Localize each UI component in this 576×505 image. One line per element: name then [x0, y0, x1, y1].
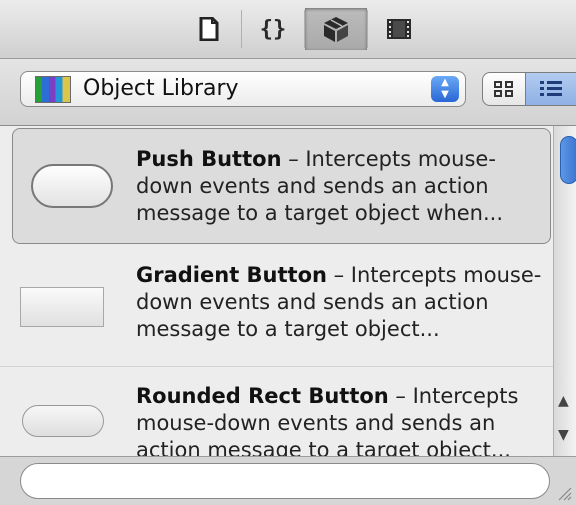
item-title: Push Button — [136, 147, 282, 171]
grid-view-icon — [494, 81, 513, 97]
list-item-gradient-button[interactable]: Gradient Button – Intercepts mouse-down … — [0, 247, 553, 364]
object-list[interactable]: Push Button – Intercepts mouse-down even… — [0, 126, 553, 456]
quick-help-icon[interactable]: {} — [242, 8, 304, 50]
library-toolbar: {} — [0, 0, 576, 59]
list-view-icon — [540, 81, 562, 96]
scrollbar-thumb[interactable] — [560, 136, 576, 184]
library-popup-label: Object Library — [83, 76, 239, 101]
quick-help-glyph: {} — [259, 16, 287, 42]
list-item-rounded-rect-button[interactable]: Rounded Rect Button – Intercepts mouse-d… — [0, 366, 553, 456]
scroll-down-arrow-icon[interactable]: ▼ — [558, 428, 569, 442]
resize-grip-icon[interactable] — [554, 483, 572, 501]
library-popup-button[interactable]: Object Library ▲ ▼ — [20, 71, 466, 107]
file-inspector-icon[interactable] — [178, 8, 240, 50]
icon-view-button[interactable] — [482, 72, 526, 106]
object-library-color-icon — [35, 76, 71, 103]
item-title: Rounded Rect Button — [136, 384, 389, 408]
object-library-icon[interactable] — [305, 8, 367, 50]
list-view-button[interactable] — [525, 72, 576, 106]
popup-arrows-icon: ▲ ▼ — [431, 76, 459, 102]
list-item-push-button[interactable]: Push Button – Intercepts mouse-down even… — [12, 128, 551, 244]
media-library-icon[interactable] — [368, 8, 430, 50]
rounded-rect-button-preview — [22, 405, 104, 437]
scroll-up-arrow-icon[interactable]: ▲ — [558, 394, 569, 408]
filter-bar — [0, 456, 576, 505]
item-title: Gradient Button — [136, 263, 327, 287]
gradient-button-preview — [20, 287, 104, 327]
library-selector-bar: Object Library ▲ ▼ — [0, 59, 576, 126]
push-button-preview — [31, 164, 113, 208]
search-input[interactable] — [20, 463, 550, 499]
list-scrollbar[interactable]: ▲ ▼ — [553, 126, 576, 456]
